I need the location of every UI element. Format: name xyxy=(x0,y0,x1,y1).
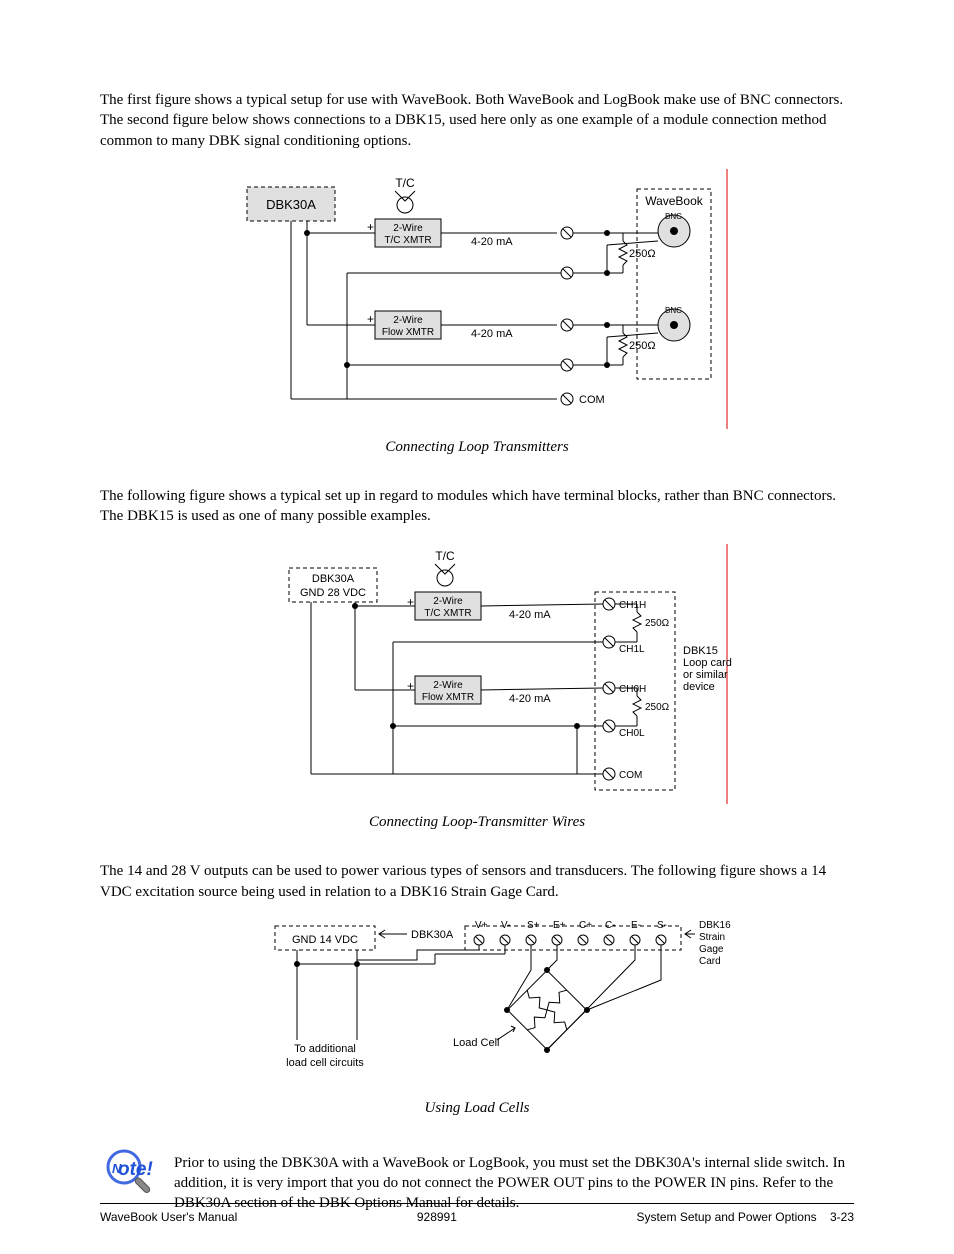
com-1: COM xyxy=(579,394,605,406)
box2-line2: GND 28 VDC xyxy=(300,587,366,599)
dest3d: Card xyxy=(699,956,721,967)
svg-text:ote!: ote! xyxy=(118,1159,153,1180)
footer-right-b: 3-23 xyxy=(830,1210,854,1224)
term-eplus: E+ xyxy=(553,920,566,931)
dest3b: Strain xyxy=(699,932,725,943)
current-1: 4-20 mA xyxy=(471,236,513,248)
caption-2: Connecting Loop-Transmitter Wires xyxy=(100,814,854,831)
dest2d: device xyxy=(683,681,715,693)
to-additional-b: load cell circuits xyxy=(286,1057,364,1069)
f2-r1: 250Ω xyxy=(645,618,670,629)
figure-1: DBK30A T/C 2-Wire T/C XMTR 4-20 mA 2-Wir… xyxy=(100,169,854,429)
wavebook-label: WaveBook xyxy=(645,194,704,208)
svg-text:+: + xyxy=(367,220,374,234)
f2-current1: 4-20 mA xyxy=(509,609,551,621)
note-icon: N ote! xyxy=(100,1147,156,1208)
xmtr2-b: Flow XMTR xyxy=(382,327,434,338)
ch1l: CH1L xyxy=(619,644,645,655)
box2-line1: DBK30A xyxy=(312,573,355,585)
arrow-dbk30a: DBK30A xyxy=(411,929,454,941)
dbk30a-label: DBK30A xyxy=(266,197,316,212)
term-vplus: V+ xyxy=(475,920,488,931)
svg-text:+: + xyxy=(367,312,374,326)
bnc-1: BNC xyxy=(665,212,682,221)
f2-xmtr2a: 2-Wire xyxy=(433,680,463,691)
paragraph-1: The first figure shows a typical setup f… xyxy=(100,90,854,151)
dest2a: DBK15 xyxy=(683,645,718,657)
com-2: COM xyxy=(619,770,642,781)
term-cminus: C- xyxy=(605,920,616,931)
figure-2: DBK30A GND 28 VDC T/C 2-Wire T/C XMTR 4-… xyxy=(100,544,854,804)
paragraph-3: The 14 and 28 V outputs can be used to p… xyxy=(100,861,854,902)
f2-xmtr1b: T/C XMTR xyxy=(424,608,471,619)
caption-1: Connecting Loop Transmitters xyxy=(100,439,854,456)
r-2: 250Ω xyxy=(629,340,656,352)
dest3c: Gage xyxy=(699,944,724,955)
footer-left: WaveBook User's Manual xyxy=(100,1210,237,1224)
r-1: 250Ω xyxy=(629,248,656,260)
f2-current2: 4-20 mA xyxy=(509,693,551,705)
f2-xmtr1a: 2-Wire xyxy=(433,596,463,607)
svg-text:+: + xyxy=(407,595,414,609)
tc-2: T/C xyxy=(435,549,455,563)
footer-mid: 928991 xyxy=(417,1210,457,1224)
paragraph-2: The following figure shows a typical set… xyxy=(100,486,854,527)
term-vminus: V- xyxy=(501,920,510,931)
footer-right-a: System Setup and Power Options xyxy=(637,1210,817,1224)
page-footer: WaveBook User's Manual 928991 System Set… xyxy=(100,1203,854,1224)
ch0h: CH0H xyxy=(619,684,646,695)
term-splus: S+ xyxy=(527,920,540,931)
current-2: 4-20 mA xyxy=(471,328,513,340)
f2-r2: 250Ω xyxy=(645,702,670,713)
term-sminus: S- xyxy=(657,920,667,931)
dest2b: Loop card xyxy=(683,657,732,669)
box3-line1: GND 14 VDC xyxy=(292,934,358,946)
figure-3: GND 14 VDC DBK30A V+ V- S+ E+ C+ C- E- S… xyxy=(100,920,854,1090)
svg-text:+: + xyxy=(407,679,414,693)
term-eminus: E- xyxy=(631,920,641,931)
dest2c: or similar xyxy=(683,669,728,681)
ch0l: CH0L xyxy=(619,728,645,739)
term-cplus: C+ xyxy=(579,920,592,931)
xmtr1-b: T/C XMTR xyxy=(384,235,431,246)
xmtr2-a: 2-Wire xyxy=(393,315,423,326)
xmtr1-a: 2-Wire xyxy=(393,223,423,234)
dest3a: DBK16 xyxy=(699,920,731,931)
ch1h: CH1H xyxy=(619,600,646,611)
to-additional-a: To additional xyxy=(294,1043,356,1055)
caption-3: Using Load Cells xyxy=(100,1100,854,1117)
tc-label: T/C xyxy=(395,176,415,190)
bnc-2: BNC xyxy=(665,306,682,315)
load-cell-label: Load Cell xyxy=(453,1037,499,1049)
f2-xmtr2b: Flow XMTR xyxy=(422,692,474,703)
